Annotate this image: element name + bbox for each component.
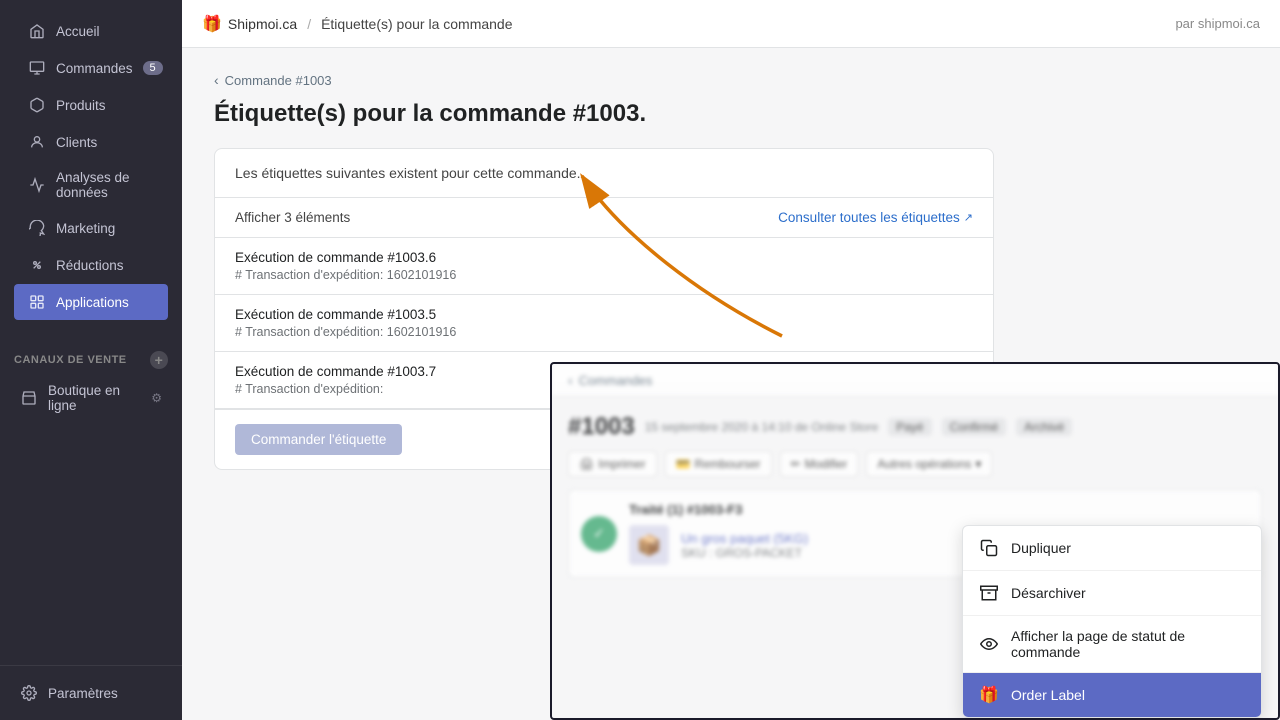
dropdown-item-order-label[interactable]: 🎁 Order Label xyxy=(963,673,1261,717)
reductions-icon xyxy=(28,256,46,274)
popup-more-button[interactable]: Autres opérations ▾ xyxy=(866,451,992,477)
dropdown-item-dupliquer[interactable]: Dupliquer xyxy=(963,526,1261,571)
parametres-label: Paramètres xyxy=(48,686,118,701)
item-status-icon: ✓ xyxy=(581,516,617,552)
popup-badge-archived: Archivé xyxy=(1016,418,1072,436)
settings-icon xyxy=(20,684,38,702)
topbar-left: 🎁 Shipmoi.ca / Étiquette(s) pour la comm… xyxy=(202,14,513,34)
card-description: Les étiquettes suivantes existent pour c… xyxy=(215,149,993,198)
store-icon xyxy=(20,389,38,407)
popup-actions: 🖨 Imprimer 💳 Rembourser ✏ Modifier xyxy=(568,451,1262,477)
edit-icon: ✏ xyxy=(791,457,801,471)
sidebar-item-clients[interactable]: Clients xyxy=(14,124,168,160)
popup-badge-paid: Payé xyxy=(888,418,931,436)
chevron-down-icon: ▾ xyxy=(975,457,981,471)
sidebar-item-boutique[interactable]: Boutique en ligne ⚙ xyxy=(6,374,176,422)
sidebar-item-produits[interactable]: Produits xyxy=(14,87,168,123)
clients-icon xyxy=(28,133,46,151)
item-info: Traité (1) #1003-F3 📦 Un gros paquet (5K… xyxy=(629,502,808,565)
sidebar-item-label: Clients xyxy=(56,135,97,150)
sidebar-item-label: Accueil xyxy=(56,24,100,39)
analytics-icon xyxy=(28,176,46,194)
popup-breadcrumb: Commandes xyxy=(579,373,653,388)
sidebar-item-label: Commandes xyxy=(56,61,133,76)
brand-name: Shipmoi.ca xyxy=(228,16,297,32)
shipmoi-icon: 🎁 xyxy=(979,685,999,705)
topbar-right: par shipmoi.ca xyxy=(1175,16,1260,31)
eye-icon xyxy=(979,634,999,654)
sidebar-item-label: Marketing xyxy=(56,221,115,236)
sidebar-item-label: Analyses de données xyxy=(56,170,154,200)
commandes-badge: 5 xyxy=(143,61,163,75)
dropdown-item-desarchiver[interactable]: Désarchiver xyxy=(963,571,1261,616)
sidebar-item-label: Produits xyxy=(56,98,106,113)
refund-icon: 💳 xyxy=(676,457,691,471)
item-details: 📦 Un gros paquet (5KG) SKU : GROS-PACKET xyxy=(629,525,808,565)
item-fulfillment-title: Traité (1) #1003-F3 xyxy=(629,502,808,517)
add-channel-button[interactable]: + xyxy=(150,351,168,369)
card-list-header: Afficher 3 éléments Consulter toutes les… xyxy=(215,198,993,238)
orders-icon xyxy=(28,59,46,77)
page-title: Étiquette(s) pour la commande #1003. xyxy=(214,100,1248,128)
statut-label: Afficher la page de statut de commande xyxy=(1011,628,1245,660)
sidebar-item-label: Applications xyxy=(56,295,129,310)
item-name: Un gros paquet (5KG) xyxy=(681,531,808,546)
item-name-sku: Un gros paquet (5KG) SKU : GROS-PACKET xyxy=(681,531,808,560)
products-icon xyxy=(28,96,46,114)
sidebar-item-reductions[interactable]: Réductions xyxy=(14,247,168,283)
list-item: Exécution de commande #1003.6 # Transact… xyxy=(215,238,993,295)
item-image: 📦 xyxy=(629,525,669,565)
popup-window: ‹ Commandes #1003 15 septembre 2020 à 14… xyxy=(550,362,1280,720)
popup-order-header: #1003 15 septembre 2020 à 14:10 de Onlin… xyxy=(568,413,1262,441)
apps-icon xyxy=(28,293,46,311)
popup-refund-button[interactable]: 💳 Rembourser xyxy=(665,451,772,477)
page-content: ‹ Commande #1003 Étiquette(s) pour la co… xyxy=(182,48,1280,720)
sidebar-item-label: Réductions xyxy=(56,258,124,273)
popup-order-number: #1003 xyxy=(568,413,635,441)
sidebar: Accueil Commandes 5 Produits Clients xyxy=(0,0,182,720)
view-all-link[interactable]: Consulter toutes les étiquettes ↗ xyxy=(778,210,973,225)
sidebar-item-parametres[interactable]: Paramètres xyxy=(6,675,176,711)
sidebar-item-applications[interactable]: Applications xyxy=(14,284,168,320)
popup-overlay: ‹ Commandes #1003 15 septembre 2020 à 14… xyxy=(550,362,1280,720)
list-item: Exécution de commande #1003.5 # Transact… xyxy=(215,295,993,352)
boutique-label: Boutique en ligne xyxy=(48,383,141,413)
breadcrumb-separator: / xyxy=(307,16,311,32)
duplicate-label: Dupliquer xyxy=(1011,540,1071,556)
print-icon: 🖨 xyxy=(579,457,594,471)
breadcrumb-link[interactable]: Commande #1003 xyxy=(225,73,332,88)
popup-print-button[interactable]: 🖨 Imprimer xyxy=(568,451,657,477)
popup-topbar: ‹ Commandes xyxy=(552,364,1278,397)
brand: 🎁 Shipmoi.ca xyxy=(202,14,297,34)
back-icon: ‹ xyxy=(568,372,573,388)
topbar-page-title: Étiquette(s) pour la commande xyxy=(321,16,512,32)
sidebar-item-analyses[interactable]: Analyses de données xyxy=(14,161,168,209)
dropdown-item-statut[interactable]: Afficher la page de statut de commande xyxy=(963,616,1261,673)
package-icon: 📦 xyxy=(637,533,662,558)
order-label-button[interactable]: Commander l'étiquette xyxy=(235,424,402,455)
breadcrumb: ‹ Commande #1003 xyxy=(214,72,1248,88)
back-arrow-icon: ‹ xyxy=(214,72,219,88)
brand-icon: 🎁 xyxy=(202,14,222,34)
sidebar-item-commandes[interactable]: Commandes 5 xyxy=(14,50,168,86)
main-content: 🎁 Shipmoi.ca / Étiquette(s) pour la comm… xyxy=(182,0,1280,720)
channels-section-label: CANAUX DE VENTE + xyxy=(0,337,182,373)
external-link-icon: ↗ xyxy=(964,211,973,224)
sidebar-item-marketing[interactable]: Marketing xyxy=(14,210,168,246)
sidebar-item-accueil[interactable]: Accueil xyxy=(14,13,168,49)
popup-order-meta: 15 septembre 2020 à 14:10 de Online Stor… xyxy=(645,420,879,434)
duplicate-icon xyxy=(979,538,999,558)
order-label-dropdown-label: Order Label xyxy=(1011,687,1085,703)
dropdown-menu: Dupliquer Désarchiver Afficher la page d… xyxy=(962,525,1262,718)
marketing-icon xyxy=(28,219,46,237)
boutique-settings-icon[interactable]: ⚙ xyxy=(151,391,162,405)
desarchiver-label: Désarchiver xyxy=(1011,585,1086,601)
item-sku: SKU : GROS-PACKET xyxy=(681,546,808,560)
popup-edit-button[interactable]: ✏ Modifier xyxy=(780,451,859,477)
home-icon xyxy=(28,22,46,40)
popup-badge-confirmed: Confirmé xyxy=(942,418,1007,436)
archive-icon xyxy=(979,583,999,603)
topbar: 🎁 Shipmoi.ca / Étiquette(s) pour la comm… xyxy=(182,0,1280,48)
list-count: Afficher 3 éléments xyxy=(235,210,350,225)
